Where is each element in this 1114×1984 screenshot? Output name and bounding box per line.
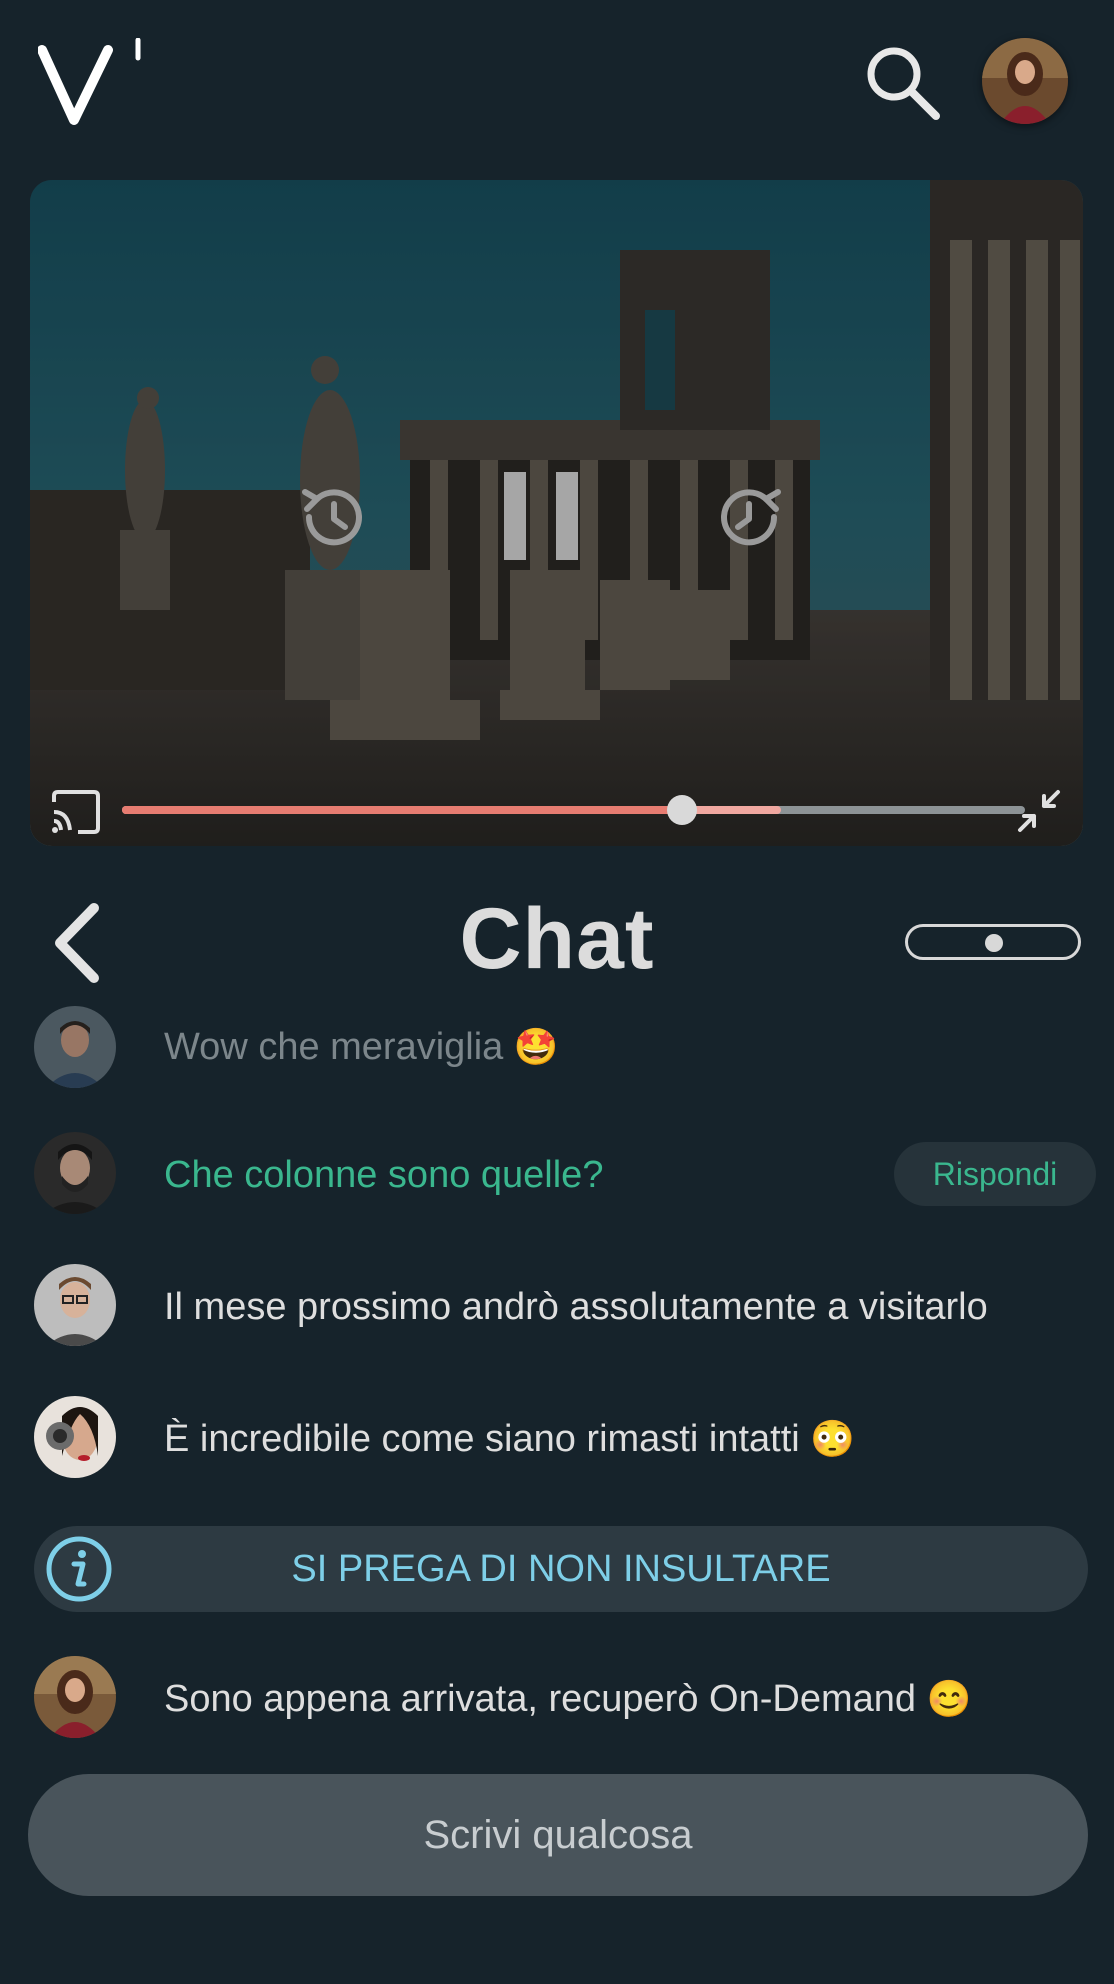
message-input[interactable] xyxy=(28,1774,1088,1896)
avatar[interactable] xyxy=(34,1132,116,1214)
chat-message: Che colonne sono quelle? Rispondi xyxy=(0,1132,1114,1218)
avatar[interactable] xyxy=(34,1396,116,1478)
pause-icon[interactable] xyxy=(500,470,582,562)
message-text: È incredibile come siano rimasti intatti xyxy=(164,1418,800,1460)
logo-icon[interactable] xyxy=(38,38,148,128)
message-emoji: 😳 xyxy=(810,1418,856,1459)
progress-handle[interactable] xyxy=(666,795,697,825)
avatar[interactable] xyxy=(34,1264,116,1346)
reply-button[interactable]: Rispondi xyxy=(894,1142,1096,1206)
search-icon[interactable] xyxy=(860,40,944,124)
chat-message: Il mese prossimo andrò assolutamente a v… xyxy=(0,1264,1114,1350)
chat-message: È incredibile come siano rimasti intatti… xyxy=(0,1396,1114,1482)
avatar[interactable] xyxy=(34,1656,116,1738)
forward-icon[interactable] xyxy=(710,478,788,556)
progress-played xyxy=(122,806,682,814)
message-text: Sono appena arrivata, recuperò On-Demand xyxy=(164,1678,917,1720)
top-bar xyxy=(0,0,1114,170)
rewind-icon[interactable] xyxy=(295,478,373,556)
progress-bar[interactable] xyxy=(122,795,1025,825)
chat-header: Chat xyxy=(0,870,1114,1000)
avatar[interactable] xyxy=(34,1006,116,1088)
video-player[interactable] xyxy=(30,180,1083,846)
chat-message: Wow che meraviglia 🤩 xyxy=(0,1004,1114,1090)
user-avatar[interactable] xyxy=(982,38,1068,124)
info-banner: SI PREGA DI NON INSULTARE xyxy=(34,1526,1088,1612)
message-text: Il mese prossimo andrò assolutamente a v… xyxy=(164,1286,988,1328)
message-text: Wow che meraviglia xyxy=(164,1026,504,1068)
chat-message: Sono appena arrivata, recuperò On-Demand… xyxy=(0,1656,1114,1742)
cast-icon[interactable] xyxy=(48,788,104,836)
notice-text: SI PREGA DI NON INSULTARE xyxy=(291,1548,831,1590)
message-emoji: 🤩 xyxy=(513,1026,559,1067)
minimize-icon[interactable] xyxy=(1016,788,1062,834)
message-text: Che colonne sono quelle? xyxy=(164,1154,604,1196)
message-emoji: 😊 xyxy=(926,1678,972,1719)
toggle-dot xyxy=(985,934,1003,952)
view-toggle[interactable] xyxy=(905,924,1081,960)
